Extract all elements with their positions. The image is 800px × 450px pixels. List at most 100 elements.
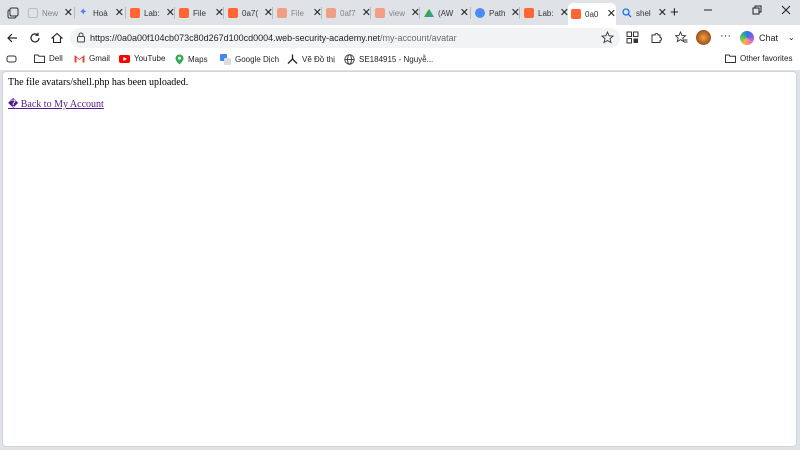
globe-icon xyxy=(344,54,355,65)
tab-6[interactable]: 0af7 ✕ xyxy=(323,3,371,23)
maps-icon xyxy=(175,54,184,65)
tab-divider xyxy=(125,7,126,19)
tab-7[interactable]: view ✕ xyxy=(372,3,420,23)
tab-1[interactable]: ✦ Hoà ✕ xyxy=(76,3,124,23)
close-icon[interactable]: ✕ xyxy=(64,7,73,19)
tab-divider xyxy=(321,7,322,19)
bookmarks-bar: Dell Gmail YouTube Maps Google Dịch Vẽ Đ… xyxy=(0,50,800,70)
home-icon[interactable] xyxy=(49,30,65,46)
tab-0[interactable]: New ✕ xyxy=(25,3,73,23)
chat-label: Chat xyxy=(759,32,779,43)
drive-icon xyxy=(424,8,434,17)
portswigger-icon xyxy=(130,8,140,18)
portswigger-icon xyxy=(571,9,581,19)
tab-10[interactable]: Lab: ✕ xyxy=(521,3,569,23)
folder-icon xyxy=(34,54,45,63)
new-tab-button[interactable]: + xyxy=(670,5,679,21)
tab-2[interactable]: Lab: ✕ xyxy=(127,3,175,23)
favorites-icon[interactable] xyxy=(674,30,689,45)
chevron-down-icon[interactable]: ⌄ xyxy=(788,33,795,42)
extensions-icon[interactable] xyxy=(650,31,664,45)
more-options-icon[interactable]: ··· xyxy=(720,31,734,45)
bookmark-label: YouTube xyxy=(134,54,166,63)
bookmark-graph[interactable]: Vẽ Đồ thị xyxy=(287,54,335,64)
address-bar[interactable]: https://0a0a00f104cb073c80d267d100cd0004… xyxy=(70,28,620,48)
newtab-icon xyxy=(28,8,38,18)
tab-divider xyxy=(174,7,175,19)
tab-title: New xyxy=(42,8,59,18)
tab-strip: New ✕ ✦ Hoà ✕ Lab: ✕ File ✕ 0a7( ✕ File … xyxy=(0,0,800,25)
youtube-icon xyxy=(119,54,130,63)
portswigger-icon xyxy=(524,8,534,18)
upload-status-message: The file avatars/shell.php has been uplo… xyxy=(8,77,189,88)
tab-8[interactable]: (AW ✕ xyxy=(421,3,469,23)
url-host: https://0a0a00f104cb073c80d267d100cd0004… xyxy=(90,33,381,43)
bookmark-label: Gmail xyxy=(89,54,110,63)
tab-12[interactable]: shel ✕ xyxy=(619,3,667,23)
tab-divider xyxy=(272,7,273,19)
bookmark-youtube[interactable]: YouTube xyxy=(119,54,165,63)
tab-title: shel xyxy=(636,8,651,18)
gmail-icon xyxy=(74,54,85,63)
navigation-bar: https://0a0a00f104cb073c80d267d100cd0004… xyxy=(0,25,800,50)
tab-title: Hoà xyxy=(93,8,108,18)
back-to-account-link[interactable]: � Back to My Account xyxy=(8,99,104,110)
close-icon[interactable]: ✕ xyxy=(460,7,469,19)
bookmark-se184915[interactable]: SE184915 - Nguyễ... xyxy=(344,54,433,65)
bookmark-gmail[interactable]: Gmail xyxy=(74,54,110,63)
translate-icon xyxy=(220,54,231,65)
portswigger-icon xyxy=(179,8,189,18)
tab-actions-icon[interactable] xyxy=(3,3,23,23)
tab-divider xyxy=(74,7,75,19)
tab-divider xyxy=(419,7,420,19)
other-favorites-label: Other favorites xyxy=(740,54,793,63)
bookmark-maps[interactable]: Maps xyxy=(175,54,208,65)
tab-divider xyxy=(223,7,224,19)
reload-icon[interactable] xyxy=(27,30,43,46)
tab-title: 0a0 xyxy=(585,9,599,19)
app-available-icon[interactable] xyxy=(626,31,640,45)
pathfinder-icon xyxy=(475,8,485,18)
close-icon[interactable]: ✕ xyxy=(658,7,667,19)
bookmark-label: Vẽ Đồ thị xyxy=(302,54,335,64)
tab-divider xyxy=(519,7,520,19)
copilot-chat-button[interactable]: Chat ⌄ xyxy=(740,29,795,46)
tab-title: Path xyxy=(489,8,506,18)
tab-title: Lab: xyxy=(144,8,160,18)
back-icon[interactable] xyxy=(4,30,20,46)
bookmark-label: Google Dịch xyxy=(235,55,280,64)
search-icon xyxy=(622,8,632,18)
tab-title: view xyxy=(389,8,406,18)
tab-11-active[interactable]: 0a0 ✕ xyxy=(568,3,616,25)
bookmark-label: SE184915 - Nguyễ... xyxy=(359,55,434,64)
minimize-icon[interactable] xyxy=(698,4,718,18)
graph-icon xyxy=(287,54,298,64)
other-favorites-folder[interactable]: Other favorites xyxy=(725,54,792,63)
bookmark-google-translate[interactable]: Google Dịch xyxy=(220,54,279,65)
tab-4[interactable]: 0a7( ✕ xyxy=(225,3,273,23)
tab-3[interactable]: File ✕ xyxy=(176,3,224,23)
portswigger-icon xyxy=(228,8,238,18)
site-info-icon[interactable] xyxy=(76,32,86,45)
profile-avatar[interactable] xyxy=(696,30,711,45)
tab-title: 0a7( xyxy=(242,8,259,18)
close-icon[interactable]: ✕ xyxy=(607,8,616,20)
tab-9[interactable]: Path ✕ xyxy=(472,3,520,23)
favorite-star-icon[interactable] xyxy=(600,30,615,46)
bookmark-label: Dell xyxy=(49,54,63,63)
tab-title: File xyxy=(291,8,304,18)
bookmarks-sidebar-icon[interactable] xyxy=(6,54,17,64)
tab-divider xyxy=(370,7,371,19)
tab-5[interactable]: File ✕ xyxy=(274,3,322,23)
gemini-icon: ✦ xyxy=(79,7,88,18)
portswigger-icon xyxy=(375,8,385,18)
bookmark-dell[interactable]: Dell xyxy=(34,54,63,63)
tab-title: (AW xyxy=(438,8,454,18)
close-icon[interactable]: ✕ xyxy=(115,7,124,19)
portswigger-icon xyxy=(326,8,336,18)
portswigger-icon xyxy=(277,8,287,18)
restore-icon[interactable] xyxy=(747,4,767,18)
folder-icon xyxy=(725,54,736,63)
tab-divider xyxy=(470,7,471,19)
close-window-icon[interactable] xyxy=(776,4,796,18)
